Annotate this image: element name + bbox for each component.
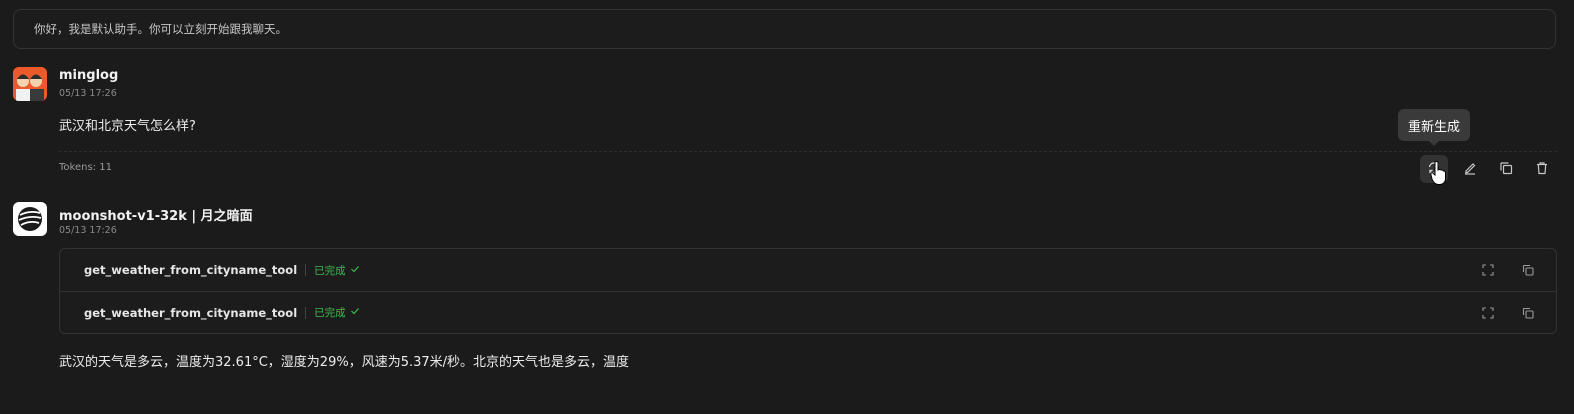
- expand-icon[interactable]: [1480, 262, 1496, 278]
- welcome-text: 你好，我是默认助手。你可以立刻开始跟我聊天。: [34, 22, 287, 36]
- tool-call-row[interactable]: get_weather_from_cityname_tool 已完成: [60, 291, 1556, 333]
- tool-status-label: 已完成: [314, 264, 346, 277]
- tool-status-label: 已完成: [314, 307, 346, 319]
- regenerate-tooltip: 重新生成: [1398, 109, 1470, 146]
- token-count: Tokens: 11: [59, 162, 112, 173]
- tool-row-actions: [1480, 305, 1536, 321]
- user-message-text: 武汉和北京天气怎么样?: [59, 119, 196, 134]
- assistant-avatar[interactable]: [13, 202, 47, 236]
- tool-name: get_weather_from_cityname_tool: [84, 263, 298, 277]
- tool-calls-card: get_weather_from_cityname_tool 已完成 get_w…: [59, 248, 1557, 334]
- hand-cursor-icon: [1430, 160, 1446, 190]
- delete-button[interactable]: [1528, 155, 1556, 183]
- assistant-message-text: 武汉的天气是多云，温度为32.61°C，湿度为29%，风速为5.37米/秒。北京…: [59, 355, 630, 370]
- copy-icon[interactable]: [1520, 262, 1536, 278]
- assistant-timestamp: 05/13 17:26: [59, 225, 117, 236]
- welcome-banner: 你好，我是默认助手。你可以立刻开始跟我聊天。: [13, 9, 1556, 49]
- copy-icon: [1499, 160, 1513, 179]
- copy-icon[interactable]: [1520, 305, 1536, 321]
- tool-status: 已完成: [314, 263, 360, 278]
- check-icon: [350, 264, 360, 277]
- tool-call-row[interactable]: get_weather_from_cityname_tool 已完成: [60, 249, 1556, 291]
- check-icon: [350, 306, 360, 319]
- user-avatar[interactable]: [13, 67, 47, 101]
- edit-icon: [1463, 160, 1477, 179]
- delete-icon: [1535, 160, 1549, 179]
- tool-status: 已完成: [314, 305, 360, 320]
- tool-separator: [305, 264, 307, 276]
- tool-separator: [305, 306, 307, 319]
- edit-button[interactable]: [1456, 155, 1484, 183]
- tool-name: get_weather_from_cityname_tool: [84, 305, 298, 320]
- message-divider: [59, 151, 1557, 152]
- user-name: minglog: [59, 68, 119, 83]
- assistant-name: moonshot-v1-32k | 月之暗面: [59, 209, 253, 224]
- tool-row-actions: [1480, 262, 1536, 278]
- chat-view: 你好，我是默认助手。你可以立刻开始跟我聊天。 minglog 05/13 17:…: [0, 0, 1574, 414]
- copy-button[interactable]: [1492, 155, 1520, 183]
- expand-icon[interactable]: [1480, 305, 1496, 321]
- user-timestamp: 05/13 17:26: [59, 88, 117, 99]
